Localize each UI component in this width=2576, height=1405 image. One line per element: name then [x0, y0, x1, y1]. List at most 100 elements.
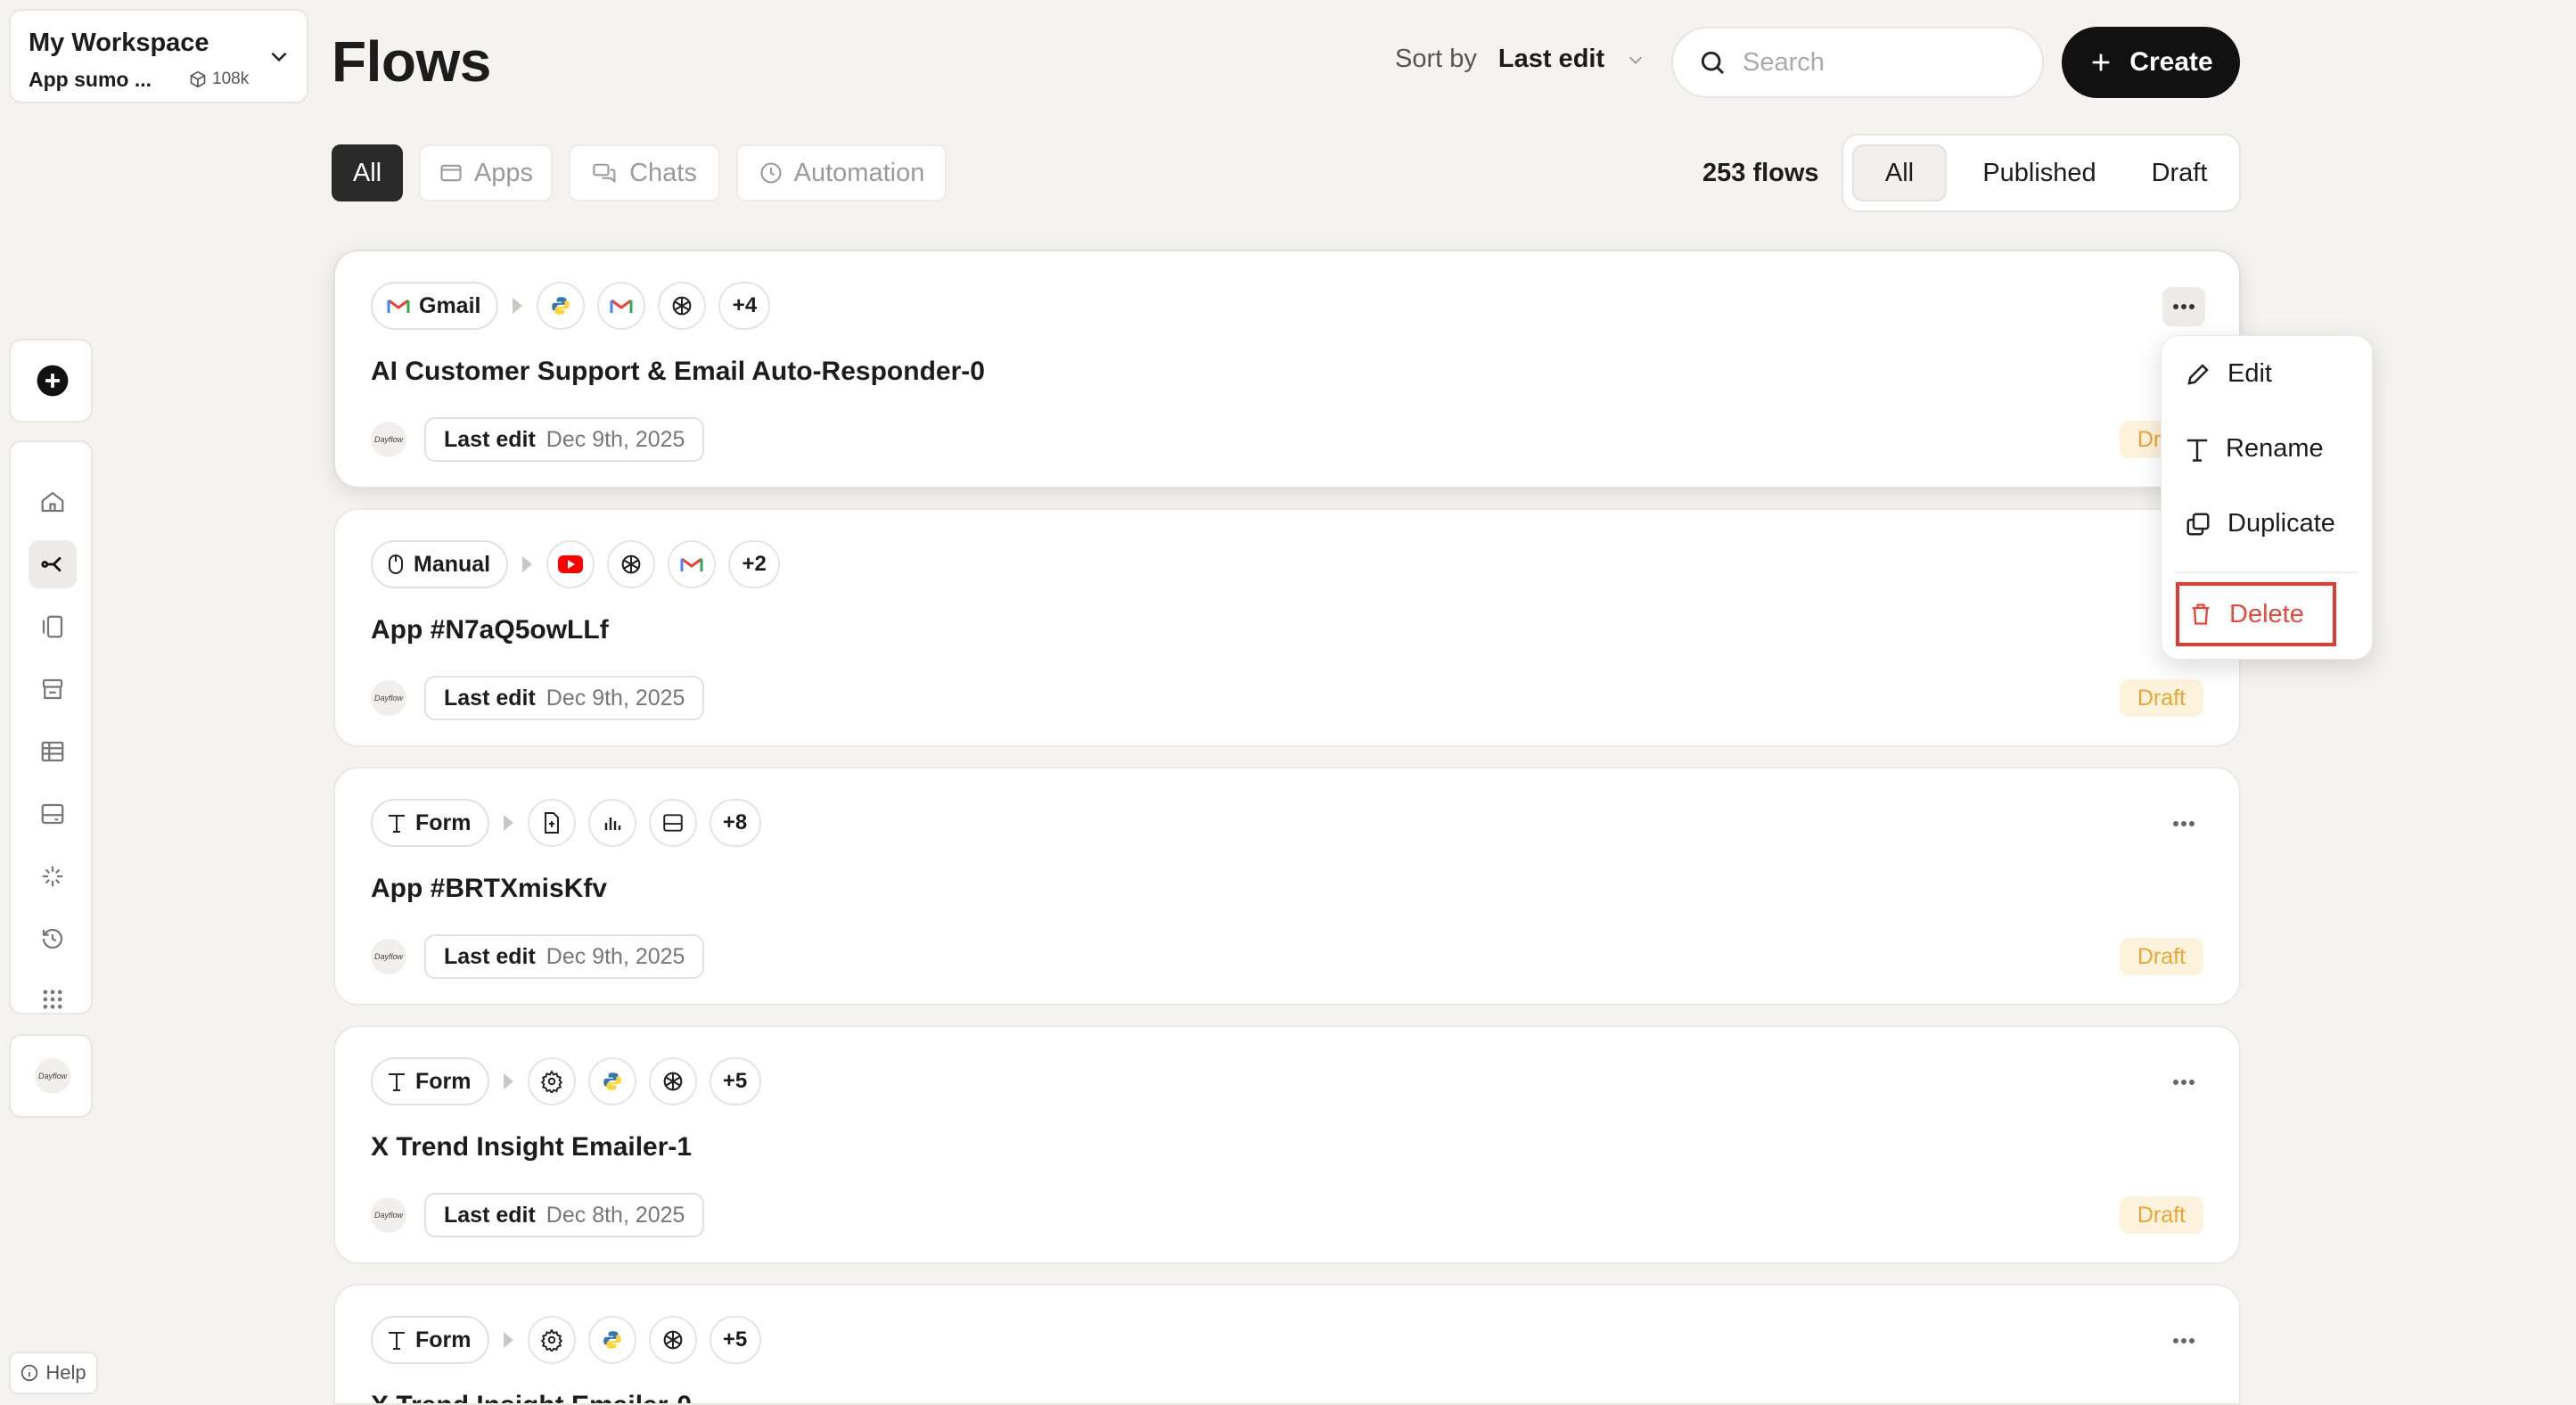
gmail-icon: [610, 299, 633, 313]
plus-circle-icon: [37, 365, 69, 397]
bar-chart-icon: [604, 818, 620, 830]
card-menu-button[interactable]: [2162, 1321, 2205, 1360]
sidebar-item-history[interactable]: [29, 915, 77, 963]
status-badge: Draft: [2119, 938, 2203, 975]
menu-item-rename[interactable]: Rename: [2185, 434, 2324, 464]
sidebar-item-ai[interactable]: [29, 852, 77, 900]
tab-label: Draft: [2151, 158, 2208, 187]
node-settings: [527, 1057, 576, 1105]
flow-meta: Dayflow Last edit Dec 9th, 2025: [371, 676, 705, 720]
table-icon: [41, 741, 64, 762]
tab-draft[interactable]: Draft: [2127, 144, 2232, 201]
cube-icon: [190, 70, 206, 88]
workspace-switcher[interactable]: My Workspace App sumo ... 108k: [9, 9, 308, 103]
workspace-plan: App sumo ...: [29, 68, 152, 91]
info-icon: [21, 1364, 38, 1382]
flow-card[interactable]: Gmail +4 AI Customer Support & Email Aut…: [333, 250, 2241, 489]
node-settings: [527, 1316, 576, 1364]
node-python: [587, 1316, 636, 1364]
last-edit-label: Last edit: [444, 1202, 536, 1228]
sidebar-item-tables[interactable]: [29, 727, 77, 776]
sort-dropdown[interactable]: Sort by Last edit: [1395, 45, 1645, 74]
search-icon: [1701, 51, 1725, 75]
sidebar-item-inbox[interactable]: [29, 790, 77, 838]
create-button[interactable]: Create: [2062, 27, 2240, 98]
node-openai: [607, 540, 656, 588]
menu-item-label: Delete: [2229, 599, 2304, 629]
flow-nodes: Manual +2: [371, 540, 781, 588]
workspace-name: My Workspace: [29, 29, 209, 57]
flow-card[interactable]: Form +8 App #BRTXmisKfv Dayflow Last edi…: [333, 767, 2241, 1006]
sidebar-nav: [9, 440, 93, 1015]
sidebar-item-flows[interactable]: [29, 540, 77, 588]
tab-label: All: [1884, 158, 1915, 187]
search-input[interactable]: [1743, 47, 2010, 78]
sidebar-item-home[interactable]: [29, 478, 77, 526]
trigger-chip: Form: [371, 799, 489, 847]
workspace-credits: 108k: [189, 70, 249, 89]
flow-card[interactable]: Manual +2 App #N7aQ5owLLf Dayflow Last e…: [333, 508, 2241, 747]
node-openai: [648, 1057, 697, 1105]
python-icon: [603, 1072, 621, 1090]
flow-nodes: Form +8: [371, 799, 761, 847]
add-button[interactable]: [29, 357, 77, 405]
youtube-icon: [558, 555, 584, 573]
flow-title: X Trend Insight Emailer-0: [371, 1391, 692, 1403]
filter-apps[interactable]: Apps: [419, 144, 553, 201]
flow-card[interactable]: Form +5 X Trend Insight Emailer-1 Dayflo…: [333, 1025, 2241, 1264]
gmail-icon: [680, 557, 703, 571]
create-label: Create: [2129, 47, 2213, 77]
trigger-chip: Form: [371, 1057, 489, 1105]
last-edit-date: Dec 9th, 2025: [546, 426, 685, 452]
menu-divider: [2176, 571, 2358, 573]
flow-title: App #BRTXmisKfv: [371, 874, 608, 903]
card-menu-button[interactable]: [2162, 804, 2205, 843]
filter-all[interactable]: All: [332, 144, 403, 201]
flow-card[interactable]: Form +5 X Trend Insight Emailer-0: [333, 1284, 2241, 1405]
last-edit-date: Dec 9th, 2025: [546, 685, 685, 711]
last-edit-chip: Last edit Dec 8th, 2025: [424, 1193, 705, 1237]
menu-item-edit[interactable]: Edit: [2185, 359, 2272, 389]
more-horizontal-icon: [2173, 821, 2195, 826]
search-box[interactable]: [1671, 27, 2044, 98]
text-icon: [389, 1073, 405, 1091]
menu-item-delete[interactable]: Delete: [2176, 582, 2336, 646]
rail-profile-group: Dayflow: [9, 1034, 93, 1118]
sparkle-icon: [42, 866, 63, 887]
help-label: Help: [45, 1361, 86, 1384]
profile-button[interactable]: Dayflow: [29, 1052, 77, 1100]
pencil-icon: [2187, 363, 2209, 385]
flow-title: X Trend Insight Emailer-1: [371, 1132, 693, 1162]
copy-icon: [2186, 513, 2210, 535]
trigger-chip: Manual: [371, 540, 509, 588]
filter-automation[interactable]: Automation: [736, 144, 947, 201]
openai-icon: [663, 1072, 682, 1091]
flow-count: 253 flows: [1702, 159, 1819, 187]
rail-add-group: [9, 339, 93, 423]
flow-nodes: Form +5: [371, 1057, 761, 1105]
gear-icon: [540, 1070, 562, 1093]
text-icon: [389, 1332, 405, 1350]
openai-icon: [663, 1330, 682, 1350]
more-nodes-count: +5: [709, 1316, 761, 1364]
status-badge: Draft: [2119, 1196, 2203, 1234]
filter-label: Automation: [793, 158, 925, 187]
trigger-label: Form: [415, 1327, 472, 1352]
chevron-down-icon: [271, 52, 287, 62]
filter-chats[interactable]: Chats: [569, 144, 720, 201]
sidebar-item-apps[interactable]: [29, 975, 77, 1023]
trigger-label: Manual: [414, 551, 491, 577]
menu-item-duplicate[interactable]: Duplicate: [2185, 509, 2335, 538]
sidebar-item-templates[interactable]: [29, 603, 77, 651]
tab-all[interactable]: All: [1852, 144, 1947, 201]
card-menu-button[interactable]: [2162, 1063, 2205, 1102]
cards-icon: [42, 615, 63, 638]
flow-title: App #N7aQ5owLLf: [371, 615, 609, 645]
help-button[interactable]: Help: [9, 1352, 98, 1394]
sidebar-item-store[interactable]: [29, 665, 77, 713]
node-file: [527, 799, 576, 847]
sort-label: Sort by: [1395, 45, 1477, 73]
card-menu-button[interactable]: [2162, 287, 2205, 326]
tab-published[interactable]: Published: [1959, 144, 2120, 201]
more-nodes-count: +8: [709, 799, 761, 847]
